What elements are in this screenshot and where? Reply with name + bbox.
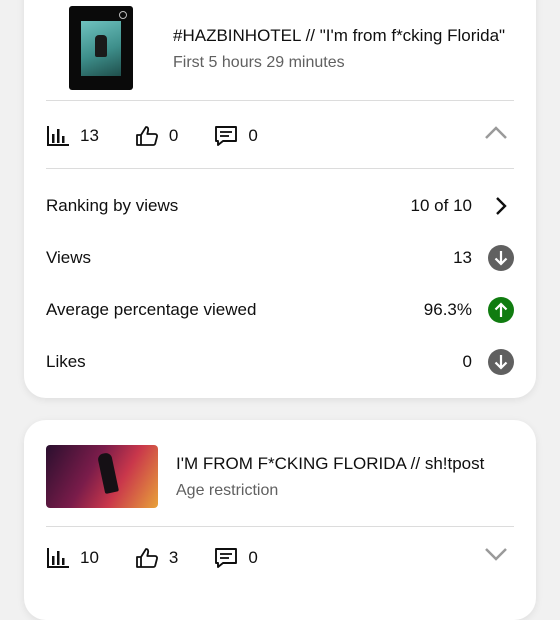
stats-row: 13 0 0 (46, 116, 514, 156)
metric-value: 10 of 10 (410, 196, 472, 215)
metric-value: 96.3% (423, 300, 472, 319)
metric-likes: Likes 0 (46, 347, 514, 377)
metric-label: Views (46, 248, 92, 267)
arrow-down-icon (488, 349, 514, 375)
divider (46, 526, 514, 527)
thumbnail-image (81, 20, 121, 76)
metric-value: 0 (462, 352, 472, 371)
video-thumbnail[interactable] (46, 445, 158, 508)
video-subtitle: Age restriction (176, 482, 279, 499)
channel-logo-icon (119, 11, 127, 19)
bar-chart-icon (47, 548, 69, 568)
comment-icon (215, 126, 238, 146)
chevron-up-icon (485, 126, 507, 139)
metric-label: Average percentage viewed (46, 300, 257, 319)
chevron-right-icon (488, 193, 514, 219)
views-count: 10 (80, 548, 99, 567)
metric-avg-viewed: Average percentage viewed 96.3% (46, 295, 514, 325)
expand-button[interactable] (484, 546, 508, 567)
metric-views: Views 13 (46, 243, 514, 273)
video-header[interactable]: #HAZBINHOTEL // "I'm from f*cking Florid… (46, 6, 514, 90)
views-stat: 13 (46, 125, 99, 147)
arrow-up-icon (488, 297, 514, 323)
video-card: I'M FROM F*CKING FLORIDA // sh!tpost Age… (24, 420, 536, 620)
metric-label: Likes (46, 352, 86, 371)
metric-ranking[interactable]: Ranking by views 10 of 10 (46, 191, 514, 221)
video-header[interactable]: I'M FROM F*CKING FLORIDA // sh!tpost Age… (46, 445, 514, 508)
thumbs-up-icon (136, 548, 158, 568)
likes-count: 0 (168, 126, 179, 145)
comment-icon (215, 548, 238, 568)
video-title: I'M FROM F*CKING FLORIDA // sh!tpost (176, 454, 485, 473)
stats-row: 10 3 0 (46, 538, 514, 578)
divider (46, 100, 514, 101)
comments-count: 0 (248, 126, 258, 145)
bar-chart-icon (47, 126, 69, 146)
likes-stat: 0 (135, 125, 178, 147)
video-thumbnail[interactable] (69, 6, 133, 90)
metric-value: 13 (453, 248, 472, 267)
divider (46, 168, 514, 169)
likes-stat: 3 (135, 547, 178, 569)
comments-stat: 0 (214, 125, 258, 147)
video-subtitle: First 5 hours 29 minutes (173, 53, 345, 71)
comments-stat: 0 (214, 547, 258, 569)
comments-count: 0 (248, 548, 258, 567)
views-stat: 10 (46, 547, 99, 569)
video-title: #HAZBINHOTEL // "I'm from f*cking Florid… (173, 25, 506, 45)
video-card: #HAZBINHOTEL // "I'm from f*cking Florid… (24, 0, 536, 398)
metric-label: Ranking by views (46, 196, 179, 215)
likes-count: 3 (168, 548, 179, 567)
arrow-down-icon (488, 245, 514, 271)
views-count: 13 (80, 126, 99, 145)
collapse-button[interactable] (484, 124, 508, 145)
thumbs-up-icon (136, 126, 158, 146)
